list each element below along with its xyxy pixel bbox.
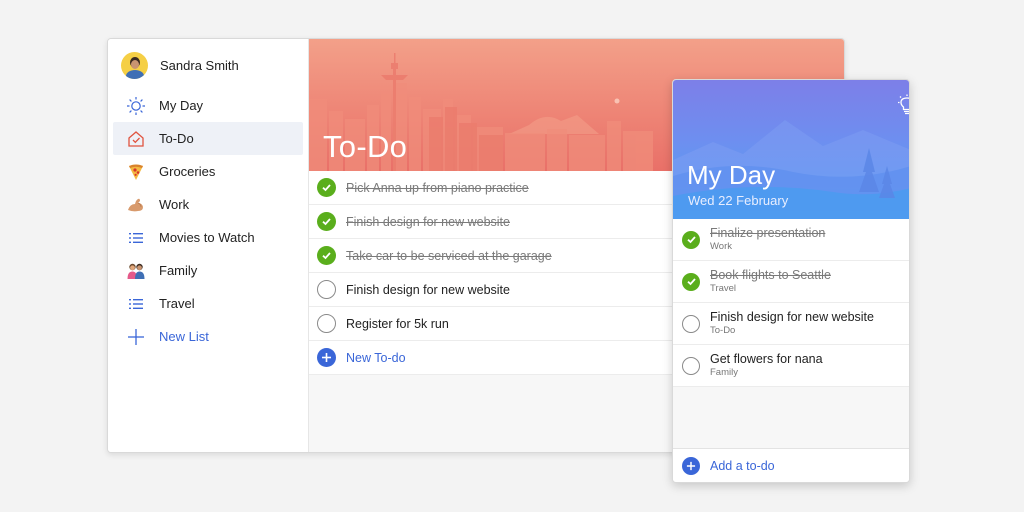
task-title: Take car to be serviced at the garage (346, 248, 552, 263)
sidebar-item-to-do[interactable]: To-Do (113, 122, 303, 155)
completed-check-icon[interactable] (317, 178, 336, 197)
task-title: Finish design for new website (346, 214, 510, 229)
task-title: Finish design for new website (710, 310, 874, 324)
task-list-name: Work (710, 241, 732, 252)
list-icon (125, 227, 147, 249)
plus-icon (125, 326, 147, 348)
empty-circle-icon[interactable] (317, 314, 336, 333)
new-todo-label: New To-do (346, 350, 406, 365)
completed-check-icon[interactable] (317, 212, 336, 231)
empty-circle-icon[interactable] (317, 280, 336, 299)
my-day-date: Wed 22 February (688, 193, 789, 208)
sidebar-item-label: To-Do (159, 131, 194, 146)
home-icon (125, 128, 147, 150)
my-day-title: My Day (687, 160, 776, 190)
sidebar-nav: My Day To-Do Groceries Work Movies to Wa… (113, 89, 303, 353)
task-title: Pick Anna up from piano practice (346, 180, 529, 195)
add-todo-button[interactable]: Add a to-do (673, 448, 909, 482)
list-title: To-Do (323, 129, 408, 164)
my-day-header-image: My Day Wed 22 February (673, 80, 909, 219)
sidebar-item-movies-to-watch[interactable]: Movies to Watch (113, 221, 303, 254)
task-title: Book flights to Seattle (710, 268, 831, 282)
add-todo-label: Add a to-do (710, 458, 775, 473)
sidebar-item-label: Groceries (159, 164, 216, 179)
task-title: Finalize presentation (710, 226, 826, 240)
list-icon (125, 293, 147, 315)
avatar (121, 51, 148, 79)
task-row[interactable]: Finalize presentation Work (673, 219, 909, 261)
task-title: Register for 5k run (346, 316, 449, 331)
sidebar-item-work[interactable]: Work (113, 188, 303, 221)
empty-circle-icon[interactable] (682, 356, 700, 375)
sidebar: Sandra Smith My Day To-Do Groceries Work… (108, 39, 309, 452)
my-day-panel: My Day Wed 22 February Finalize presenta… (672, 79, 910, 483)
empty-circle-icon[interactable] (682, 314, 700, 333)
completed-check-icon[interactable] (682, 230, 700, 249)
task-row[interactable]: Finish design for new website To-Do (673, 303, 909, 345)
user-profile[interactable]: Sandra Smith (121, 51, 239, 79)
sidebar-item-label: Family (159, 263, 198, 278)
plus-circle-icon (317, 348, 336, 367)
plus-circle-icon (682, 456, 700, 475)
sidebar-item-label: Work (159, 197, 190, 212)
task-list-name: Family (710, 367, 738, 378)
task-title: Get flowers for nana (710, 352, 823, 366)
task-list-name: Travel (710, 283, 737, 294)
completed-check-icon[interactable] (682, 272, 700, 291)
sidebar-item-family[interactable]: Family (113, 254, 303, 287)
family-icon (125, 260, 147, 282)
task-row[interactable]: Get flowers for nana Family (673, 345, 909, 387)
sidebar-item-groceries[interactable]: Groceries (113, 155, 303, 188)
new-list-label: New List (159, 329, 209, 344)
sun-icon (125, 95, 147, 117)
user-name: Sandra Smith (160, 57, 239, 73)
completed-check-icon[interactable] (317, 246, 336, 265)
flexed-arm-icon (125, 194, 147, 216)
sidebar-item-label: Movies to Watch (159, 230, 255, 245)
sidebar-item-travel[interactable]: Travel (113, 287, 303, 320)
task-row[interactable]: Book flights to Seattle Travel (673, 261, 909, 303)
new-list-button[interactable]: New List (113, 320, 303, 353)
pizza-icon (125, 161, 147, 183)
sidebar-item-my-day[interactable]: My Day (113, 89, 303, 122)
task-list-name: To-Do (710, 325, 736, 336)
task-title: Finish design for new website (346, 282, 510, 297)
sidebar-item-label: My Day (159, 98, 204, 113)
my-day-task-list: Finalize presentation Work Book flights … (673, 219, 909, 387)
sidebar-item-label: Travel (159, 296, 195, 311)
